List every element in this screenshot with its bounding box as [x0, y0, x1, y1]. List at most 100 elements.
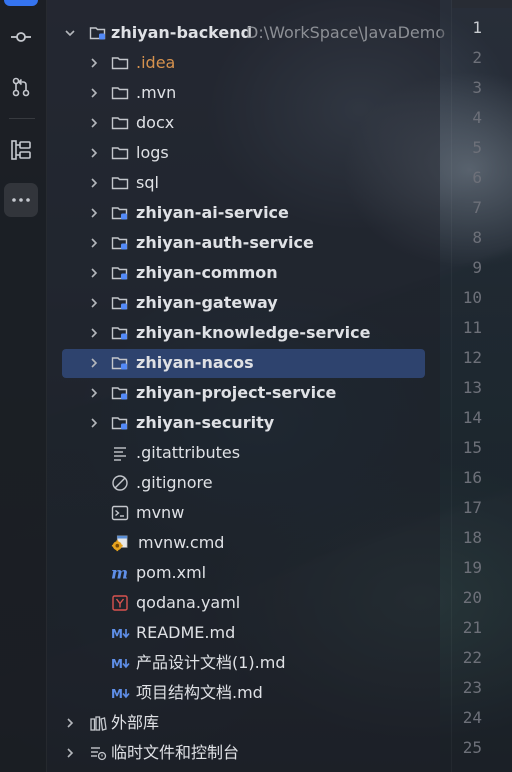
- tree-item-file[interactable]: M 产品设计文档(1).md: [47, 648, 440, 678]
- svg-text:M: M: [111, 687, 123, 700]
- line-number: 18: [462, 528, 482, 547]
- chevron-right-icon[interactable]: [64, 747, 76, 759]
- line-number: 25: [462, 738, 482, 757]
- chevron-right-icon[interactable]: [88, 87, 100, 99]
- chevron-right-icon[interactable]: [88, 117, 100, 129]
- tree-item-folder[interactable]: sql: [47, 168, 440, 198]
- tree-item-module[interactable]: zhiyan-common: [47, 258, 440, 288]
- line-number: 23: [462, 678, 482, 697]
- chevron-right-icon[interactable]: [88, 267, 100, 279]
- chevron-right-icon[interactable]: [88, 417, 100, 429]
- chevron-right-icon[interactable]: [64, 717, 76, 729]
- tree-item-label: 产品设计文档(1).md: [136, 653, 286, 672]
- scratches-icon: [89, 744, 107, 762]
- commit-tool-button[interactable]: [4, 20, 38, 54]
- ignore-file-icon: [111, 474, 129, 492]
- module-folder-icon: [111, 204, 129, 222]
- project-tree: zhiyan-backend D:\WorkSpace\JavaDemo .id…: [47, 0, 445, 772]
- tree-item-label: zhiyan-gateway: [136, 293, 278, 312]
- active-tool-indicator: [4, 0, 38, 6]
- tree-item-file[interactable]: M 项目结构文档.md: [47, 678, 440, 708]
- line-number: 10: [462, 288, 482, 307]
- folder-icon: [111, 174, 129, 192]
- chevron-down-icon[interactable]: [64, 27, 76, 39]
- tree-item-file[interactable]: m pom.xml: [47, 558, 440, 588]
- tree-item-label: README.md: [136, 623, 236, 642]
- chevron-right-icon[interactable]: [88, 297, 100, 309]
- tree-item-folder[interactable]: .mvn: [47, 78, 440, 108]
- line-number: 11: [462, 318, 482, 337]
- pull-requests-icon: [12, 77, 30, 97]
- tree-item-file[interactable]: .gitignore: [47, 468, 440, 498]
- tree-item-file[interactable]: mvnw.cmd: [47, 528, 440, 558]
- tree-item-scratches[interactable]: 临时文件和控制台: [47, 738, 440, 768]
- tree-item-label: .mvn: [136, 83, 177, 102]
- line-number: 6: [472, 168, 482, 187]
- more-tools-button[interactable]: [4, 183, 38, 217]
- svg-text:M: M: [111, 657, 123, 670]
- markdown-icon: M: [111, 684, 133, 702]
- tree-item-module[interactable]: zhiyan-knowledge-service: [47, 318, 440, 348]
- module-folder-icon: [111, 294, 129, 312]
- text-file-icon: [111, 444, 129, 462]
- line-number: 19: [462, 558, 482, 577]
- tree-item-label: zhiyan-nacos: [136, 353, 254, 372]
- tree-item-label: docx: [136, 113, 175, 132]
- chevron-right-icon[interactable]: [88, 237, 100, 249]
- tree-item-module[interactable]: zhiyan-ai-service: [47, 198, 440, 228]
- line-number: 24: [462, 708, 482, 727]
- tree-item-module-selected[interactable]: zhiyan-nacos: [47, 348, 440, 378]
- tree-item-label: .gitattributes: [136, 443, 241, 462]
- maven-icon: m: [111, 564, 129, 582]
- tree-item-module[interactable]: zhiyan-security: [47, 408, 440, 438]
- tree-item-folder[interactable]: docx: [47, 108, 440, 138]
- tree-item-folder[interactable]: .idea: [47, 48, 440, 78]
- batch-file-icon: [111, 534, 129, 552]
- chevron-right-icon[interactable]: [88, 177, 100, 189]
- chevron-right-icon[interactable]: [88, 327, 100, 339]
- line-number: 13: [462, 378, 482, 397]
- tree-item-module[interactable]: zhiyan-project-service: [47, 378, 440, 408]
- tree-item-label: 外部库: [111, 713, 160, 732]
- root-path: D:\WorkSpace\JavaDemo: [246, 23, 446, 42]
- tree-item-label: sql: [136, 173, 159, 192]
- library-icon: [89, 714, 107, 732]
- chevron-right-icon[interactable]: [88, 387, 100, 399]
- module-folder-icon: [111, 324, 129, 342]
- chevron-right-icon[interactable]: [88, 357, 100, 369]
- module-folder-icon: [111, 414, 129, 432]
- line-number: 5: [472, 138, 482, 157]
- tree-item-label: .idea: [136, 53, 176, 72]
- chevron-right-icon[interactable]: [88, 147, 100, 159]
- line-number: 15: [462, 438, 482, 457]
- pull-requests-tool-button[interactable]: [4, 70, 38, 104]
- tree-item-label: zhiyan-auth-service: [136, 233, 314, 252]
- chevron-right-icon[interactable]: [88, 57, 100, 69]
- structure-tool-button[interactable]: [4, 133, 38, 167]
- activity-bar: [0, 0, 47, 772]
- tree-item-label: mvnw: [136, 503, 185, 522]
- tree-item-file[interactable]: M README.md: [47, 618, 440, 648]
- tree-item-label: .gitignore: [136, 473, 213, 492]
- tree-root-zhiyan-backend[interactable]: zhiyan-backend D:\WorkSpace\JavaDemo: [47, 18, 445, 48]
- tree-item-module[interactable]: zhiyan-gateway: [47, 288, 440, 318]
- svg-text:m: m: [111, 564, 128, 582]
- folder-icon: [111, 114, 129, 132]
- line-number: 17: [462, 498, 482, 517]
- more-icon: [12, 198, 30, 202]
- svg-text:M: M: [111, 627, 123, 640]
- markdown-icon: M: [111, 654, 133, 672]
- commit-icon: [11, 32, 31, 42]
- tree-item-module[interactable]: zhiyan-auth-service: [47, 228, 440, 258]
- folder-icon: [111, 144, 129, 162]
- tree-item-file[interactable]: qodana.yaml: [47, 588, 440, 618]
- tree-item-file[interactable]: .gitattributes: [47, 438, 440, 468]
- tree-item-label: 项目结构文档.md: [136, 683, 263, 702]
- chevron-right-icon[interactable]: [88, 207, 100, 219]
- tree-item-label: 临时文件和控制台: [111, 743, 240, 762]
- folder-icon: [111, 84, 129, 102]
- tree-item-folder[interactable]: logs: [47, 138, 440, 168]
- tree-item-external-libraries[interactable]: 外部库: [47, 708, 440, 738]
- yaml-file-icon: [111, 594, 129, 612]
- tree-item-file[interactable]: mvnw: [47, 498, 440, 528]
